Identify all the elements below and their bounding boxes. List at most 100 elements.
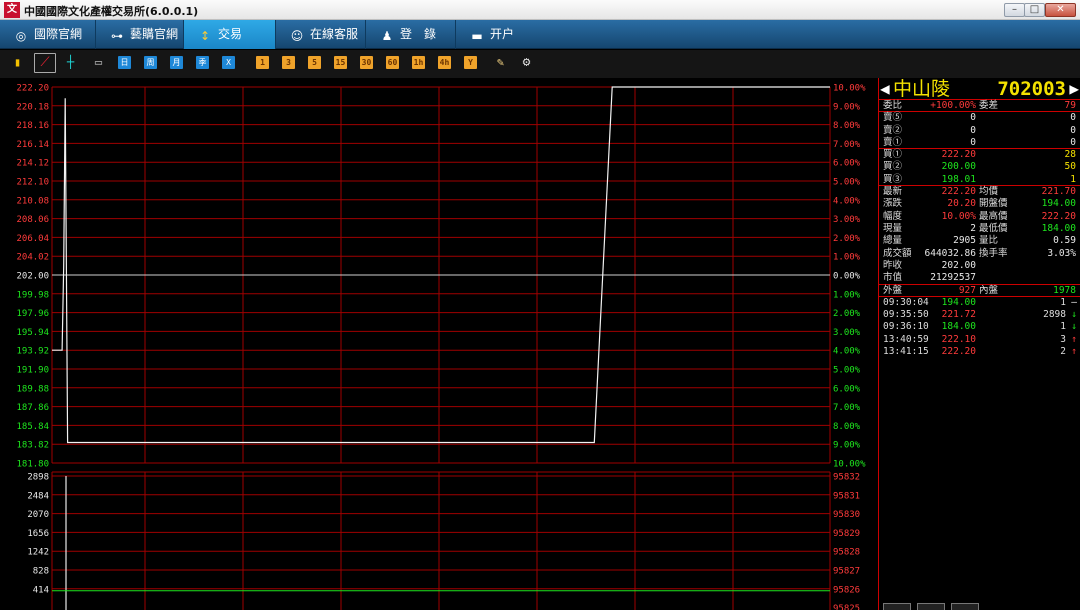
minute-3-button[interactable]: 3 [282,56,295,69]
prev-stock-icon[interactable]: ◀ [880,78,890,100]
stat-row: 最新 222.20 均價 221.70 [879,186,1080,198]
stat-value-2: 222.20 [1041,210,1076,222]
stat-row: 昨收 202.00 [879,260,1080,272]
buy-level-price: 198.01 [941,173,976,185]
price-tick-label: 187.86 [16,403,49,413]
window-title: 中國國際文化產權交易所(6.0.0.1) [24,5,199,18]
nav-trade[interactable]: ↕ 交易 [184,20,276,49]
minimize-button[interactable]: – [1004,3,1025,17]
percent-tick-label: 4.00% [833,196,861,206]
sell-level-volume: 0 [1070,124,1076,136]
period-season-button[interactable]: 季 [196,56,209,69]
order-ratio-label: 委比 [883,100,903,111]
period-x-button[interactable]: X [222,56,235,69]
stat-value-2: 194.00 [1041,198,1076,210]
close-button[interactable]: ✕ [1045,3,1076,17]
line-chart-icon[interactable]: ⟋ [34,53,56,73]
percent-tick-label: 9.00% [833,441,861,451]
stat-row: 幅度 10.00% 最高價 222.20 [879,211,1080,223]
calendar-icon[interactable]: ▭ [92,56,105,69]
period-week-button[interactable]: 周 [144,56,157,69]
year-button[interactable]: Y [464,56,477,69]
tick-row: 13:40:59 222.10 3 ↑ [879,334,1080,346]
sell-level-label: 賣⑤ [883,112,903,124]
stat-value: 20.20 [947,198,976,210]
chart-canvas[interactable]: 222.20 10.00% 220.18 9.00% 218.16 8.00% 216.14… [0,78,880,610]
percent-tick-label: 8.00% [833,121,861,131]
oi-tick-label: 95831 [833,491,860,501]
nav-online-service[interactable]: ☺ 在線客服 [276,20,366,49]
minute-15-button[interactable]: 15 [334,56,347,69]
buy-level-label: 買① [883,149,903,161]
order-diff-value: 79 [1064,100,1076,111]
price-tick-label: 193.92 [16,347,49,357]
percent-tick-label: 2.00% [833,309,861,319]
stat-label: 總量 [883,235,903,247]
outer-value: 927 [958,285,976,297]
hour-4-button[interactable]: 4h [438,56,451,69]
stat-label-2: 量比 [979,235,999,247]
percent-tick-label: 10.00% [833,84,866,94]
minute-1-button[interactable]: 1 [256,56,269,69]
tick-volume: 1 [1060,321,1066,333]
buy-level-volume: 1 [1070,173,1076,185]
tick-price: 222.20 [941,345,976,357]
bar-chart-icon[interactable]: ▮ [11,56,24,69]
nav-login[interactable]: ♟ 登 錄 [366,20,456,49]
nav-label: 藝購官網 [130,27,179,41]
price-tick-label: 204.02 [16,253,49,263]
intraday-chart[interactable]: 222.20 10.00% 220.18 9.00% 218.16 8.00% 216.14… [0,78,880,610]
stat-label: 現量 [883,222,903,234]
panel-tab[interactable] [917,603,945,610]
price-tick-label: 191.90 [16,366,49,376]
maximize-button[interactable]: □ [1024,3,1045,17]
sell-level-volume: 0 [1070,136,1076,148]
tick-direction-icon: ↓ [1071,321,1077,333]
stats-block: 最新 222.20 均價 221.70 漲跌 20.20 開盤價 194.00 幅度… [879,186,1080,284]
stat-row: 現量 2 最低價 184.00 [879,223,1080,235]
stat-label: 昨收 [883,259,903,271]
oi-tick-label: 95829 [833,529,860,539]
nav-intl-site[interactable]: ◎ 國際官網 [0,20,96,49]
panel-tab[interactable] [883,603,911,610]
percent-tick-label: 1.00% [833,290,861,300]
stat-value-2: 3.03% [1047,247,1076,259]
order-diff-label: 委差 [979,100,999,111]
buy-level-row: 買② 200.00 50 [879,161,1080,173]
inner-label: 內盤 [979,285,999,297]
tick-volume: 2898 [1043,309,1066,321]
minute-5-button[interactable]: 5 [308,56,321,69]
nav-art-site[interactable]: ⊶ 藝購官網 [96,20,184,49]
price-tick-label: 208.06 [16,215,49,225]
tick-direction-icon: ↑ [1071,333,1077,345]
period-day-button[interactable]: 日 [118,56,131,69]
percent-tick-label: 1.00% [833,253,861,263]
minute-30-button[interactable]: 30 [360,56,373,69]
oi-tick-label: 95830 [833,510,860,520]
buy-level-price: 200.00 [941,161,976,173]
link-icon: ⊶ [111,29,123,43]
nav-label: 在線客服 [310,27,359,41]
percent-tick-label: 6.00% [833,159,861,169]
panel-tab[interactable] [951,603,979,610]
stat-value-2: 0.59 [1053,235,1076,247]
nav-open-account[interactable]: ▬ 开户 [456,20,536,49]
period-month-button[interactable]: 月 [170,56,183,69]
minute-60-button[interactable]: 60 [386,56,399,69]
volume-tick-label: 2898 [27,473,49,483]
candlestick-icon[interactable]: ┼ [64,56,77,69]
next-stock-icon[interactable]: ▶ [1069,78,1079,100]
price-tick-label: 185.84 [16,422,49,432]
price-tick-label: 212.10 [16,178,49,188]
draw-tool-icon[interactable]: ✎ [494,56,507,69]
sell-level-row: 賣① 0 0 [879,136,1080,150]
hour-1-button[interactable]: 1h [412,56,425,69]
stat-label: 成交額 [883,247,912,259]
stock-name: 中山陵 [893,78,951,100]
tick-price: 184.00 [941,321,976,333]
tick-time: 09:35:50 [883,309,929,321]
sell-level-price: 0 [970,124,976,136]
nav-label: 國際官網 [34,27,83,41]
price-tick-label: 189.88 [16,384,49,394]
gear-icon[interactable]: ⚙ [520,56,533,69]
